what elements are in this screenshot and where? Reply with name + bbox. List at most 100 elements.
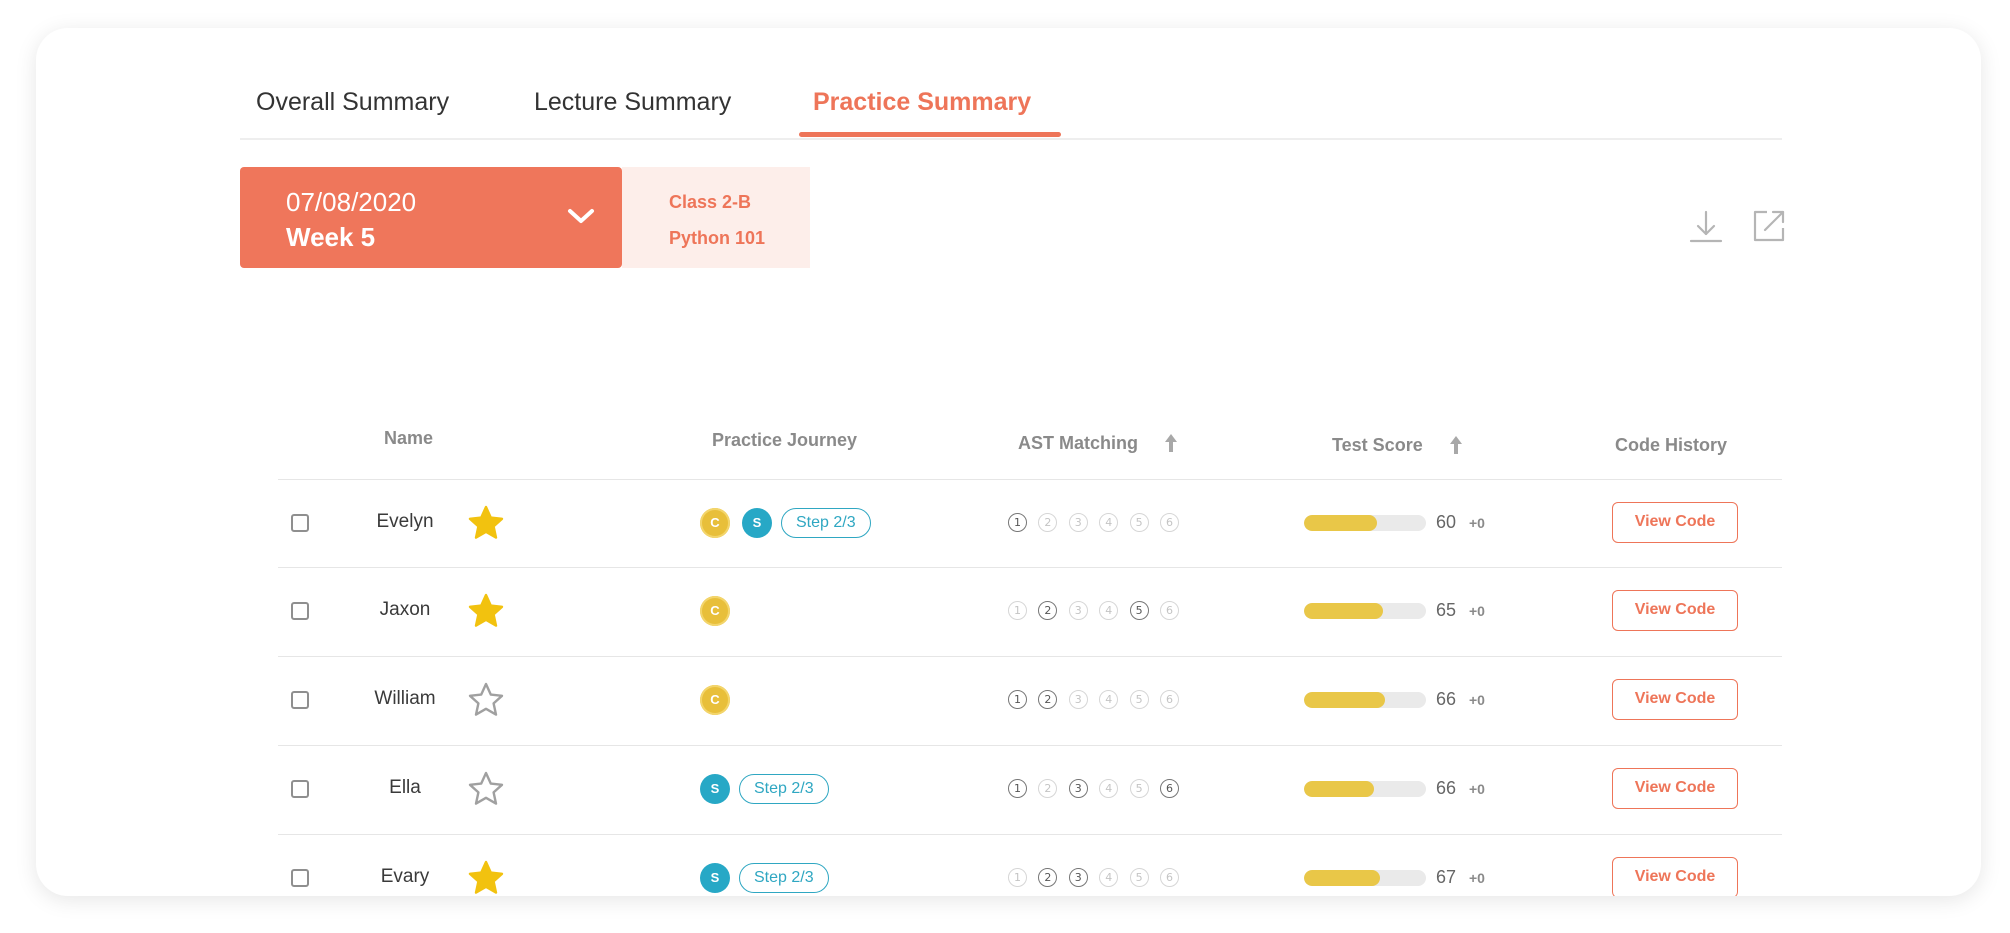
test-score-bar — [1304, 515, 1426, 531]
header-code-history: Code History — [1615, 435, 1728, 455]
view-code-button[interactable]: View Code — [1612, 502, 1738, 543]
test-score-value: 66 — [1436, 689, 1457, 709]
ast-matching-indicators: 123456 — [1008, 690, 1188, 710]
ast-step-indicator: 1 — [1008, 690, 1027, 709]
student-name: Evelyn — [376, 511, 434, 532]
table-row: William C 1 2 3 4 5 6 66 +0 View Code — [278, 657, 1782, 746]
row-checkbox[interactable] — [291, 780, 309, 798]
ast-matching-indicators: 123456 — [1008, 868, 1188, 888]
view-code-button[interactable]: View Code — [1612, 679, 1738, 720]
ast-step-indicator: 6 — [1160, 513, 1179, 532]
ast-step-indicator: 1 — [1008, 601, 1027, 620]
tab-practice-summary[interactable]: Practice Summary — [813, 88, 1031, 117]
star-filled-icon[interactable] — [467, 859, 505, 896]
star-outline-icon[interactable] — [467, 681, 505, 719]
ast-step-indicator: 6 — [1160, 690, 1179, 709]
ast-step-indicator: 6 — [1160, 868, 1179, 887]
row-checkbox[interactable] — [291, 691, 309, 709]
ast-step-indicator: 2 — [1038, 513, 1058, 532]
ast-step-indicator: 5 — [1129, 779, 1149, 798]
star-filled-icon[interactable] — [467, 592, 505, 630]
row-checkbox[interactable] — [291, 514, 309, 532]
step-progress-pill[interactable]: Step 2/3 — [781, 508, 871, 538]
test-score-value: 67 — [1436, 867, 1457, 887]
test-score-value: 66 — [1436, 778, 1457, 798]
view-code-button[interactable]: View Code — [1612, 768, 1738, 809]
ast-matching-indicators: 123456 — [1008, 601, 1188, 621]
student-name: Ella — [389, 777, 421, 798]
ast-step-indicator: 2 — [1038, 779, 1058, 798]
ast-step-indicator: 3 — [1068, 868, 1088, 887]
test-score-delta: +0 — [1469, 692, 1485, 708]
coin-s-badge: S — [700, 774, 730, 804]
table-row: Evelyn C S Step 2/3 1 2 3 4 5 6 60 +0 View Code — [278, 480, 1782, 568]
test-score-bar-fill — [1304, 870, 1380, 886]
tab-overall-summary[interactable]: Overall Summary — [256, 88, 449, 117]
star-outline-icon[interactable] — [467, 770, 505, 808]
header-ast-matching: AST Matching — [1018, 433, 1138, 453]
class-info-badge: Class 2-B Python 101 — [622, 167, 810, 268]
table-row: Evary S Step 2/3 1 2 3 4 5 6 67 +0 View Code — [278, 835, 1782, 896]
week-selector[interactable]: 07/08/2020 Week 5 — [240, 167, 622, 268]
tab-bar: Overall Summary Lecture Summary Practice… — [240, 56, 1782, 140]
test-score-bar — [1304, 603, 1426, 619]
ast-step-indicator: 3 — [1068, 513, 1088, 532]
coin-s-badge: S — [700, 863, 730, 893]
ast-step-indicator: 4 — [1099, 513, 1119, 532]
active-tab-indicator — [799, 132, 1061, 137]
test-score-delta: +0 — [1469, 781, 1485, 797]
download-icon[interactable] — [1688, 208, 1724, 244]
header-name: Name — [384, 428, 434, 448]
ast-step-indicator: 2 — [1038, 868, 1058, 887]
tab-lecture-summary[interactable]: Lecture Summary — [534, 88, 731, 117]
test-score-bar — [1304, 692, 1426, 708]
test-score-delta: +0 — [1469, 603, 1485, 619]
test-score-delta: +0 — [1469, 870, 1485, 886]
ast-step-indicator: 3 — [1068, 690, 1088, 709]
test-score-bar — [1304, 870, 1426, 886]
test-score-bar — [1304, 781, 1426, 797]
ast-step-indicator: 2 — [1038, 601, 1058, 620]
row-checkbox[interactable] — [291, 869, 309, 887]
ast-matching-indicators: 123456 — [1008, 513, 1188, 533]
ast-matching-indicators: 123456 — [1008, 779, 1188, 799]
student-name: Jaxon — [379, 599, 431, 620]
ast-step-indicator: 5 — [1129, 601, 1149, 620]
view-code-button[interactable]: View Code — [1612, 857, 1738, 896]
ast-step-indicator: 1 — [1008, 779, 1027, 798]
ast-step-indicator: 4 — [1099, 601, 1119, 620]
coin-c-badge: C — [700, 596, 730, 626]
chevron-down-icon — [568, 209, 594, 223]
step-progress-pill[interactable]: Step 2/3 — [739, 774, 829, 804]
practice-summary-card: Overall Summary Lecture Summary Practice… — [36, 28, 1981, 896]
ast-step-indicator: 5 — [1129, 513, 1149, 532]
test-score-bar-fill — [1304, 603, 1384, 619]
week-date: 07/08/2020 — [286, 187, 417, 217]
table-row: Jaxon C 1 2 3 4 5 6 65 +0 View Code — [278, 568, 1782, 657]
test-score-bar-fill — [1304, 515, 1378, 531]
coin-c-badge: C — [700, 508, 730, 538]
test-score-bar-fill — [1304, 692, 1385, 708]
sort-ast-icon[interactable] — [1163, 432, 1179, 454]
week-label: Week 5 — [286, 222, 376, 252]
external-link-icon[interactable] — [1751, 208, 1787, 244]
test-score-bar-fill — [1304, 781, 1374, 797]
header-practice-journey: Practice Journey — [712, 430, 858, 450]
row-checkbox[interactable] — [291, 602, 309, 620]
course-name: Python 101 — [669, 228, 766, 248]
star-filled-icon[interactable] — [467, 504, 505, 542]
view-code-button[interactable]: View Code — [1612, 590, 1738, 631]
class-name: Class 2-B — [669, 192, 752, 212]
ast-step-indicator: 1 — [1008, 868, 1027, 887]
ast-step-indicator: 3 — [1068, 779, 1088, 798]
header-test-score: Test Score — [1332, 435, 1423, 455]
ast-step-indicator: 3 — [1068, 601, 1088, 620]
sort-test-score-icon[interactable] — [1448, 434, 1464, 456]
ast-step-indicator: 6 — [1160, 779, 1179, 798]
coin-c-badge: C — [700, 685, 730, 715]
step-progress-pill[interactable]: Step 2/3 — [739, 863, 829, 893]
ast-step-indicator: 4 — [1099, 779, 1119, 798]
ast-step-indicator: 4 — [1099, 868, 1119, 887]
test-score-value: 65 — [1436, 600, 1457, 620]
coin-s-badge: S — [742, 508, 772, 538]
